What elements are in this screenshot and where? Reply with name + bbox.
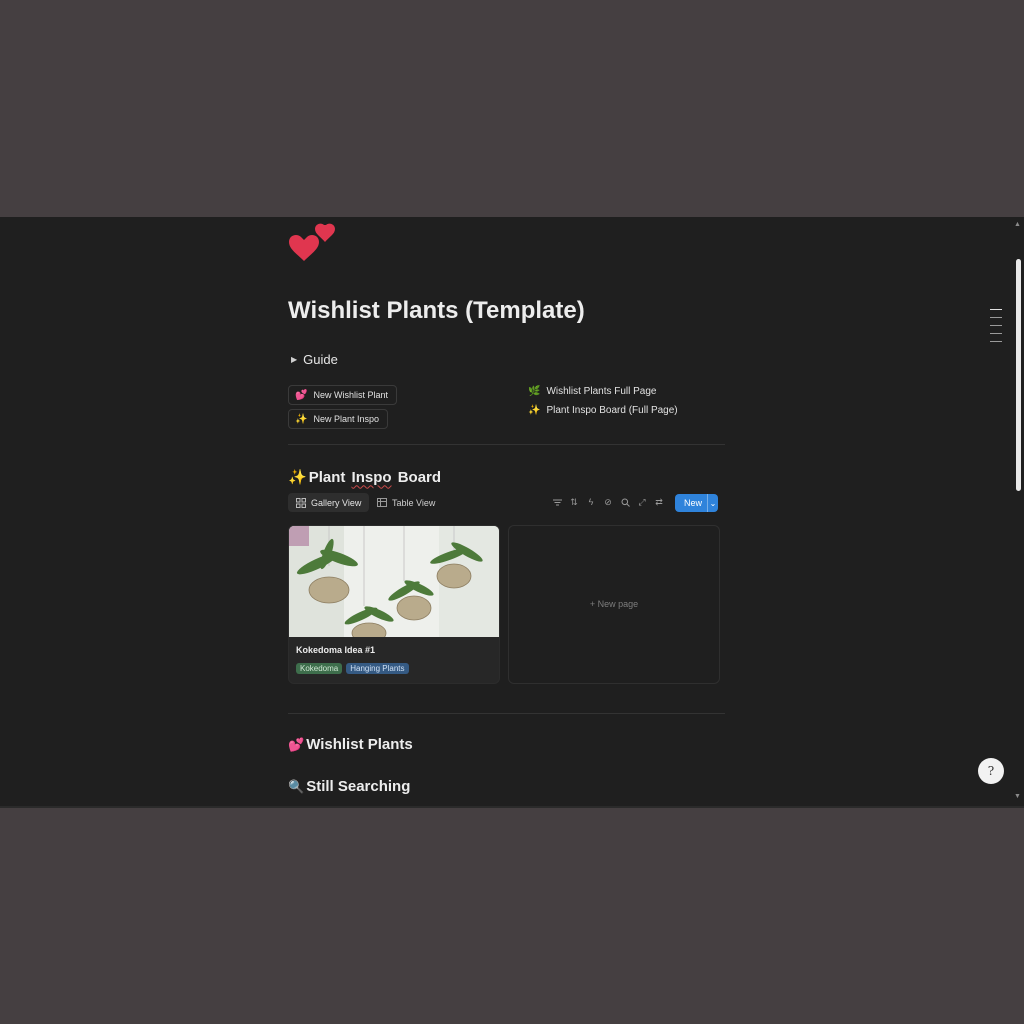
sparkles-icon: ✨: [295, 413, 308, 425]
help-icon: ?: [987, 764, 995, 778]
sort-icon[interactable]: ⇅: [568, 495, 580, 509]
scroll-down-icon[interactable]: ▼: [1014, 793, 1021, 800]
tab-label: Table View: [392, 497, 436, 508]
gallery-card[interactable]: Kokedoma Idea #1 Kokedoma Hanging Plants: [288, 525, 500, 684]
sparkles-icon: ✨: [288, 469, 307, 486]
table-icon: [377, 498, 387, 507]
hanging-plants-photo: [289, 526, 499, 637]
tab-gallery-view[interactable]: Gallery View: [288, 493, 370, 512]
grid-icon: [296, 497, 306, 508]
new-button-label: New: [675, 494, 709, 512]
two-hearts-icon: 💕: [295, 389, 308, 401]
link-plant-inspo-board-full-page[interactable]: ✨ Plant Inspo Board (Full Page): [528, 405, 678, 416]
scroll-up-icon[interactable]: ▲: [1014, 221, 1021, 228]
tab-table-view[interactable]: Table View: [369, 493, 443, 512]
new-button[interactable]: New ⌄: [675, 494, 718, 512]
seedling-sparkle-icon: 🌿: [528, 386, 541, 397]
tab-label: Gallery View: [311, 497, 362, 508]
tag-kokedoma: Kokedoma: [296, 663, 343, 674]
wishlist-plants-heading: 💕 Wishlist Plants: [288, 736, 413, 753]
two-hearts-icon[interactable]: [288, 223, 340, 273]
link-wishlist-plants-full-page[interactable]: 🌿 Wishlist Plants Full Page: [528, 386, 657, 397]
triangle-right-icon: ▶: [291, 355, 298, 364]
new-page-card[interactable]: + New page: [508, 525, 720, 684]
heading-text-post: Board: [393, 468, 442, 486]
scrollbar-thumb[interactable]: [1016, 259, 1021, 491]
divider: [288, 444, 725, 445]
card-title: Kokedoma Idea #1: [296, 645, 376, 655]
section-label: Still Searching: [306, 778, 411, 795]
table-of-contents[interactable]: [990, 309, 1002, 349]
database-toolbar: ⇅ ϟ ⊘ ⤢ ⇄: [551, 495, 665, 509]
section-label: Wishlist Plants: [306, 736, 413, 753]
lightning-icon[interactable]: ϟ: [585, 495, 597, 509]
card-tags: Kokedoma Hanging Plants: [296, 663, 409, 674]
button-label: New Plant Inspo: [313, 414, 379, 424]
link-label: Wishlist Plants Full Page: [546, 386, 657, 397]
heading-text-underlined: Inspo: [351, 468, 392, 486]
two-hearts-icon: 💕: [288, 736, 305, 752]
settings-sliders-icon[interactable]: ⇄: [653, 495, 665, 509]
chevron-down-icon[interactable]: ⌄: [708, 499, 718, 508]
help-button[interactable]: ?: [978, 758, 1004, 784]
filter-icon[interactable]: [551, 495, 563, 509]
app-window: Wishlist Plants (Template) ▶ Guide 💕 New…: [0, 217, 1024, 808]
eye-off-icon[interactable]: ⊘: [602, 495, 614, 509]
search-icon: 🔍: [288, 778, 305, 794]
expand-icon[interactable]: ⤢: [636, 495, 648, 509]
new-plant-inspo-button[interactable]: ✨ New Plant Inspo: [288, 409, 388, 429]
search-icon[interactable]: [619, 495, 631, 509]
heading-text-pre: Plant: [308, 468, 350, 486]
guide-label: Guide: [303, 352, 338, 367]
guide-toggle[interactable]: ▶ Guide: [291, 352, 338, 367]
link-label: Plant Inspo Board (Full Page): [546, 405, 678, 416]
new-page-label: + New page: [589, 599, 639, 609]
button-label: New Wishlist Plant: [313, 390, 388, 400]
plant-inspo-board-heading: ✨ Plant Inspo Board: [288, 468, 442, 487]
divider: [288, 713, 725, 714]
tag-hanging-plants: Hanging Plants: [346, 663, 409, 674]
page-title: Wishlist Plants (Template): [288, 297, 585, 324]
still-searching-heading: 🔍 Still Searching: [288, 778, 410, 795]
sparkles-icon: ✨: [528, 405, 541, 416]
new-wishlist-plant-button[interactable]: 💕 New Wishlist Plant: [288, 385, 397, 405]
